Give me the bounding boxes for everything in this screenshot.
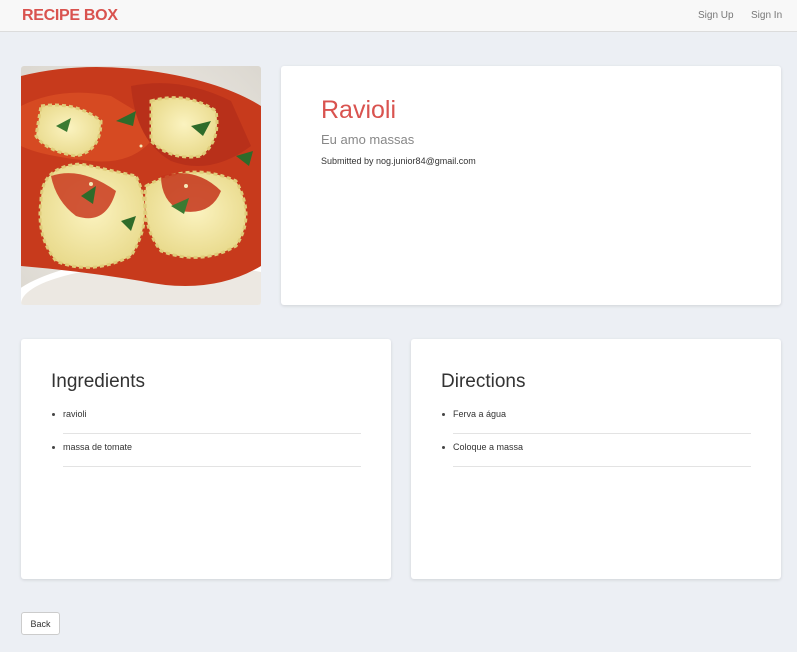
ingredients-heading: Ingredients bbox=[51, 371, 146, 392]
recipe-description: Eu amo massas bbox=[321, 132, 415, 147]
ingredient-item: massa de tomate bbox=[52, 434, 361, 467]
recipe-photo bbox=[21, 66, 261, 305]
back-button[interactable]: Back bbox=[21, 612, 60, 635]
ingredient-item: ravioli bbox=[52, 401, 361, 434]
directions-list: Ferva a água Coloque a massa bbox=[442, 401, 751, 467]
sign-in-link[interactable]: Sign In bbox=[751, 10, 782, 21]
directions-card: Directions Ferva a água Coloque a massa bbox=[411, 339, 781, 579]
ingredients-list: ravioli massa de tomate bbox=[52, 401, 361, 467]
ravioli-image bbox=[21, 66, 261, 305]
direction-item: Ferva a água bbox=[442, 401, 751, 434]
brand-logo-link[interactable]: RECIPE BOX bbox=[22, 7, 118, 25]
direction-item: Coloque a massa bbox=[442, 434, 751, 467]
ingredients-card: Ingredients ravioli massa de tomate bbox=[21, 339, 391, 579]
sign-up-link[interactable]: Sign Up bbox=[698, 10, 734, 21]
recipe-title: Ravioli bbox=[321, 96, 397, 124]
recipe-summary-card: Ravioli Eu amo massas Submitted by nog.j… bbox=[281, 66, 781, 305]
navbar: RECIPE BOX Sign Up Sign In bbox=[0, 0, 797, 32]
directions-heading: Directions bbox=[441, 371, 526, 392]
recipe-author: Submitted by nog.junior84@gmail.com bbox=[321, 156, 476, 166]
